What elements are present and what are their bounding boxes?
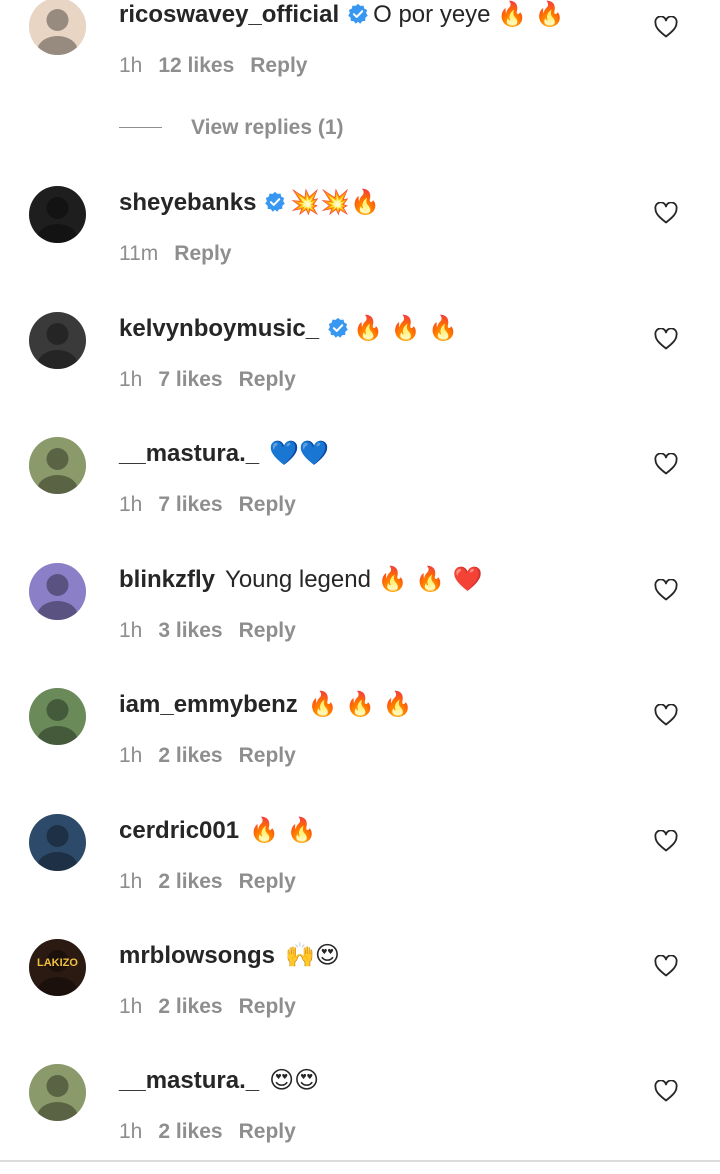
- avatar[interactable]: [29, 688, 86, 745]
- heart-icon[interactable]: [654, 829, 678, 852]
- likes-count[interactable]: 2 likes: [158, 870, 222, 893]
- timestamp: 1h: [119, 368, 143, 391]
- comment-item: __mastura._ 😍😍 1h 2 likes Reply: [0, 1064, 720, 1174]
- avatar[interactable]: LAKIZO: [29, 939, 86, 996]
- verified-badge-icon: [327, 316, 349, 338]
- likes-count[interactable]: 3 likes: [158, 619, 222, 642]
- comment-line: kelvynboymusic_ 🔥 🔥 🔥: [119, 312, 458, 345]
- comment-emojis: 🔥 🔥: [497, 0, 565, 28]
- timestamp: 1h: [119, 1120, 143, 1143]
- heart-icon[interactable]: [654, 578, 678, 601]
- comment-meta: 1h 2 likes Reply: [119, 868, 312, 896]
- comment-line: iam_emmybenz 🔥 🔥 🔥: [119, 688, 413, 721]
- reply-button[interactable]: Reply: [239, 493, 296, 516]
- avatar-label: LAKIZO: [37, 957, 78, 969]
- bottom-divider: [0, 1160, 720, 1162]
- timestamp: 1h: [119, 619, 143, 642]
- view-replies-label[interactable]: View replies (1): [191, 112, 344, 144]
- heart-icon[interactable]: [654, 954, 678, 977]
- timestamp: 1h: [119, 870, 143, 893]
- comment-emojis: 🔥 🔥 ❤️: [377, 565, 483, 593]
- comment-item: blinkzfly Young legend 🔥 🔥 ❤️ 1h 3 likes Rep…: [0, 563, 720, 673]
- heart-icon[interactable]: [654, 15, 678, 38]
- comment-line: __mastura._ 😍😍: [119, 1064, 319, 1097]
- timestamp: 1h: [119, 493, 143, 516]
- username[interactable]: iam_emmybenz: [119, 691, 298, 718]
- likes-count[interactable]: 2 likes: [158, 744, 222, 767]
- comment-line: cerdric001 🔥 🔥: [119, 814, 317, 847]
- heart-icon[interactable]: [654, 201, 678, 224]
- username[interactable]: __mastura._: [119, 440, 259, 467]
- comment-line: blinkzfly Young legend 🔥 🔥 ❤️: [119, 563, 483, 596]
- likes-count[interactable]: 12 likes: [158, 54, 234, 77]
- timestamp: 1h: [119, 744, 143, 767]
- heart-icon[interactable]: [654, 327, 678, 350]
- reply-button[interactable]: Reply: [239, 870, 296, 893]
- comment-text: O por yeye: [373, 1, 491, 28]
- comment-item: ricoswavey_official O por yeye 🔥 🔥 1h 12 li…: [0, 0, 720, 139]
- likes-count[interactable]: 2 likes: [158, 1120, 222, 1143]
- comment-text: Young legend: [225, 566, 371, 593]
- view-replies[interactable]: View replies (1): [0, 112, 720, 144]
- comment-emojis: 🙌😍: [285, 941, 340, 969]
- likes-count[interactable]: 2 likes: [158, 995, 222, 1018]
- comment-meta: 1h 7 likes Reply: [119, 366, 312, 394]
- reply-button[interactable]: Reply: [239, 995, 296, 1018]
- comment-item: iam_emmybenz 🔥 🔥 🔥 1h 2 likes Reply: [0, 688, 720, 798]
- username[interactable]: ricoswavey_official: [119, 1, 339, 28]
- username[interactable]: cerdric001: [119, 817, 239, 844]
- avatar[interactable]: [29, 437, 86, 494]
- likes-count[interactable]: 7 likes: [158, 493, 222, 516]
- comment-item: cerdric001 🔥 🔥 1h 2 likes Reply: [0, 814, 720, 924]
- likes-count[interactable]: 7 likes: [158, 368, 222, 391]
- comment-meta: 1h 7 likes Reply: [119, 491, 312, 519]
- comment-meta: 11m Reply: [119, 240, 247, 268]
- comment-emojis: 😍😍: [269, 1066, 320, 1094]
- username[interactable]: kelvynboymusic_: [119, 315, 319, 342]
- comment-emojis: 🔥 🔥 🔥: [307, 690, 413, 718]
- comment-item: sheyebanks 💥💥🔥 11m Reply: [0, 186, 720, 296]
- comment-meta: 1h 2 likes Reply: [119, 1118, 312, 1146]
- avatar[interactable]: [29, 186, 86, 243]
- avatar[interactable]: [29, 0, 86, 55]
- avatar[interactable]: [29, 814, 86, 871]
- comment-emojis: 🔥 🔥 🔥: [353, 314, 459, 342]
- username[interactable]: sheyebanks: [119, 189, 256, 216]
- timestamp: 1h: [119, 54, 143, 77]
- comment-meta: 1h 12 likes Reply: [119, 52, 323, 80]
- avatar[interactable]: [29, 312, 86, 369]
- heart-icon[interactable]: [654, 703, 678, 726]
- verified-badge-icon: [264, 190, 286, 212]
- heart-icon[interactable]: [654, 1079, 678, 1102]
- reply-button[interactable]: Reply: [250, 54, 307, 77]
- verified-badge-icon: [347, 2, 369, 24]
- username[interactable]: mrblowsongs: [119, 942, 275, 969]
- comment-meta: 1h 2 likes Reply: [119, 742, 312, 770]
- comment-meta: 1h 3 likes Reply: [119, 617, 312, 645]
- comment-line: mrblowsongs 🙌😍: [119, 939, 340, 972]
- reply-button[interactable]: Reply: [239, 368, 296, 391]
- comment-emojis: 💥💥🔥: [290, 188, 381, 216]
- comment-emojis: 🔥 🔥: [249, 816, 317, 844]
- comment-meta: 1h 2 likes Reply: [119, 993, 312, 1021]
- avatar[interactable]: [29, 1064, 86, 1121]
- comment-item: __mastura._ 💙💙 1h 7 likes Reply: [0, 437, 720, 547]
- reply-button[interactable]: Reply: [174, 242, 231, 265]
- reply-button[interactable]: Reply: [239, 744, 296, 767]
- username[interactable]: blinkzfly: [119, 566, 215, 593]
- comment-item: kelvynboymusic_ 🔥 🔥 🔥 1h 7 likes Reply: [0, 312, 720, 422]
- comment-item: LAKIZO mrblowsongs 🙌😍 1h 2 likes Reply: [0, 939, 720, 1049]
- timestamp: 11m: [119, 242, 159, 265]
- divider-line: [119, 127, 162, 128]
- comment-line: __mastura._ 💙💙: [119, 437, 329, 470]
- comment-line: ricoswavey_official O por yeye 🔥 🔥: [119, 0, 565, 31]
- reply-button[interactable]: Reply: [239, 619, 296, 642]
- username[interactable]: __mastura._: [119, 1067, 259, 1094]
- comment-emojis: 💙💙: [269, 439, 329, 467]
- reply-button[interactable]: Reply: [239, 1120, 296, 1143]
- avatar[interactable]: [29, 563, 86, 620]
- timestamp: 1h: [119, 995, 143, 1018]
- comment-line: sheyebanks 💥💥🔥: [119, 186, 380, 219]
- heart-icon[interactable]: [654, 452, 678, 475]
